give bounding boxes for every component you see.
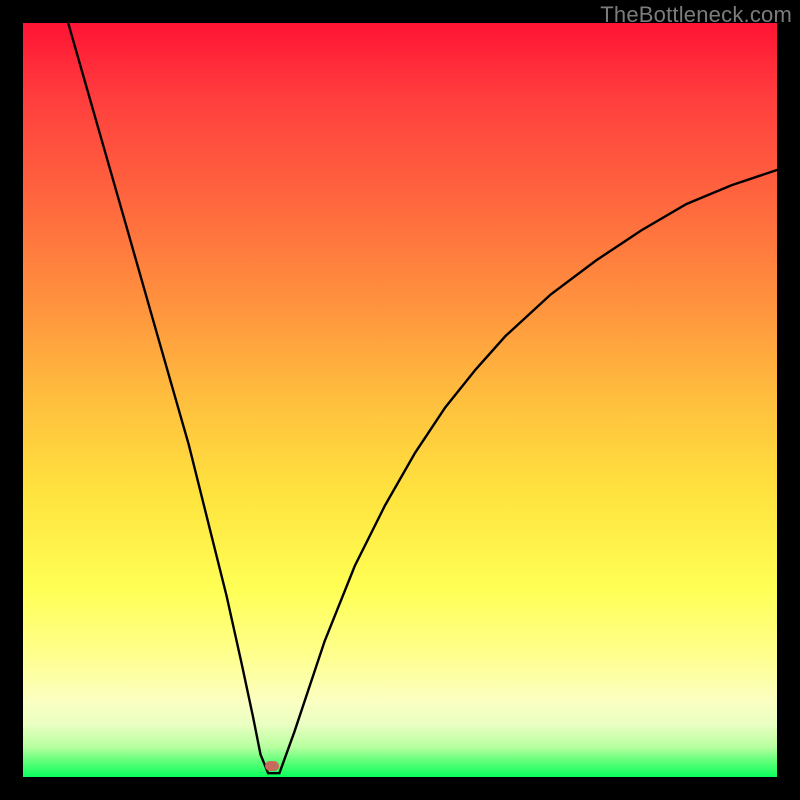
watermark-label: TheBottleneck.com — [600, 2, 792, 28]
chart-frame: TheBottleneck.com — [0, 0, 800, 800]
optimum-marker-icon — [265, 761, 279, 771]
chart-plot-area — [23, 23, 777, 777]
curve-path — [68, 23, 777, 773]
bottleneck-curve — [23, 23, 777, 777]
